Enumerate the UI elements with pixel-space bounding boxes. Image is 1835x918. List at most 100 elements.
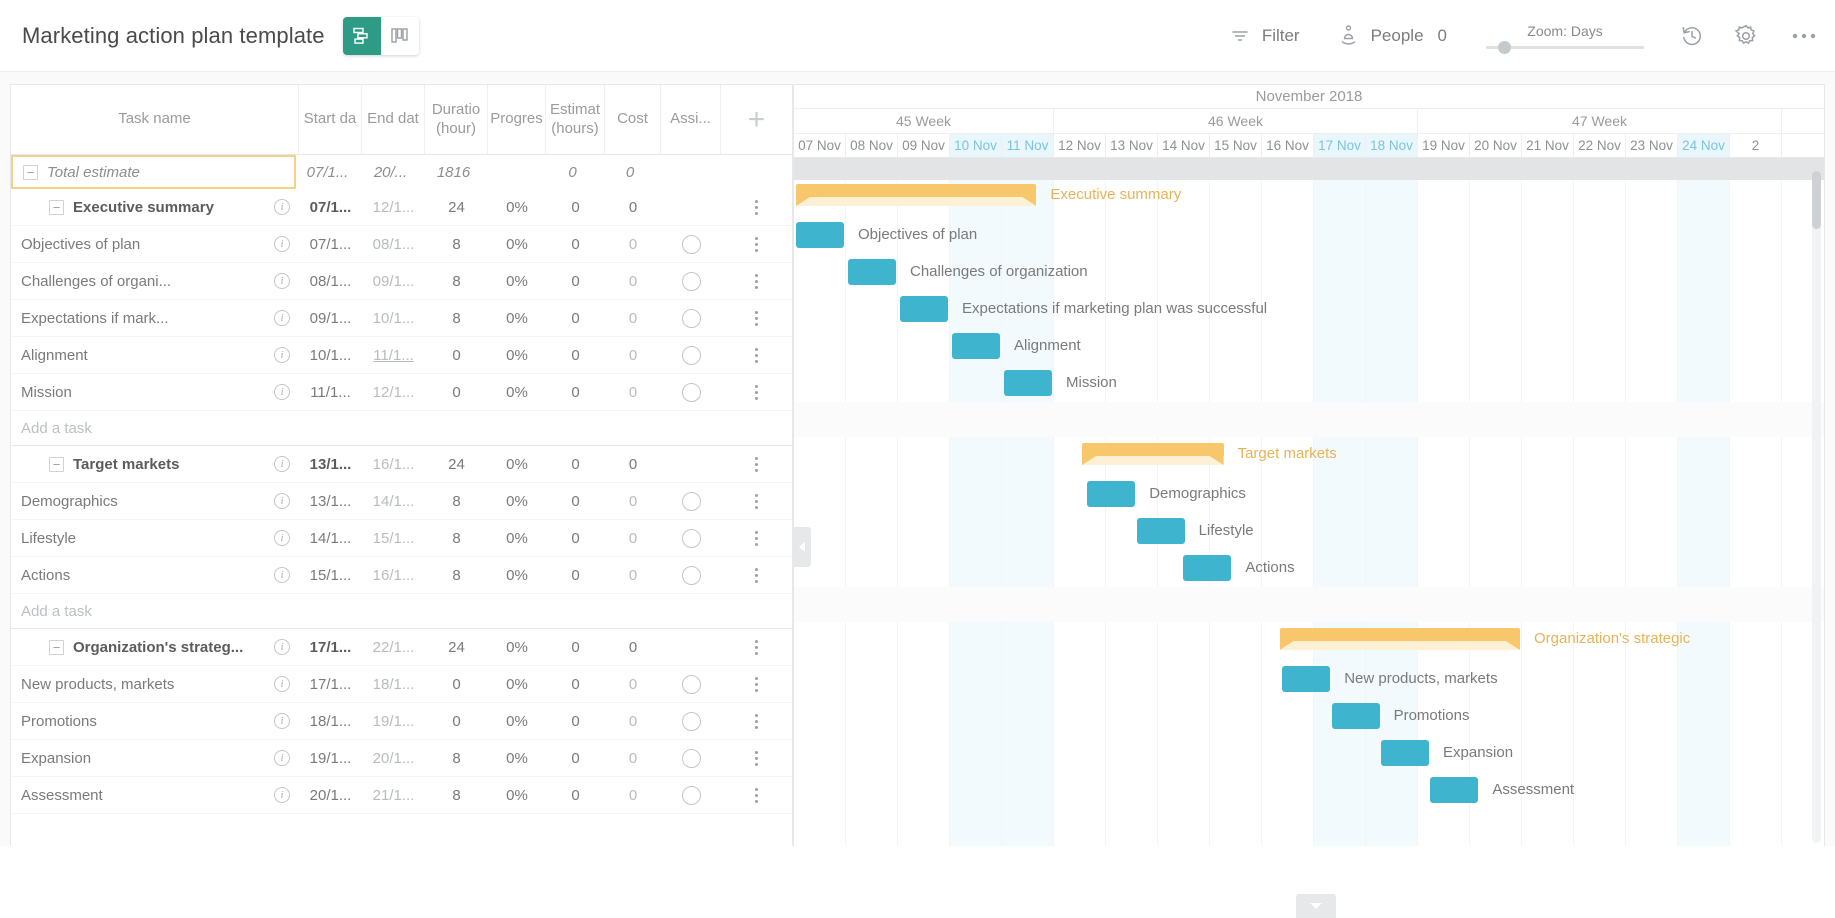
cost-cell[interactable]: 0 (605, 493, 661, 510)
gantt-summary-bar[interactable] (1279, 628, 1520, 650)
task-name-cell[interactable]: Actions i (11, 567, 299, 584)
row-menu-button[interactable] (721, 493, 792, 509)
info-icon[interactable]: i (274, 639, 290, 655)
more-vertical-icon[interactable] (755, 199, 758, 215)
task-group-row[interactable]: − Executive summary i 07/1... 12/1... 24 0% 0 0 (11, 189, 792, 226)
estimate-cell[interactable]: 0 (546, 639, 605, 656)
gantt-view-button[interactable] (342, 16, 381, 55)
progress-cell[interactable]: 0% (488, 493, 546, 510)
task-name-cell[interactable]: Expectations if mark... i (11, 310, 299, 327)
start-date-cell[interactable]: 17/1... (299, 639, 362, 656)
end-date-cell[interactable]: 19/1... (362, 713, 425, 730)
row-menu-button[interactable] (721, 456, 792, 472)
estimate-cell[interactable]: 0 (546, 310, 605, 327)
gantt-summary-bar[interactable] (796, 184, 1037, 206)
task-name-cell[interactable]: Mission i (11, 384, 299, 401)
duration-cell[interactable]: 8 (425, 493, 488, 510)
row-menu-button[interactable] (721, 530, 792, 546)
scrollbar-thumb[interactable] (1812, 171, 1821, 229)
avatar[interactable] (681, 271, 701, 291)
info-icon[interactable]: i (274, 567, 290, 583)
table-row[interactable]: Challenges of organi... i 08/1... 09/1... 8 0… (11, 263, 792, 300)
end-date-cell[interactable]: 08/1... (362, 236, 425, 253)
gantt-vertical-scrollbar[interactable] (1812, 171, 1821, 843)
task-group-row[interactable]: − Organization's strateg... i 17/1... 22/1..… (11, 629, 792, 666)
end-date-cell[interactable]: 16/1... (362, 567, 425, 584)
assignee-cell[interactable] (661, 491, 721, 511)
view-toggle-group[interactable] (342, 16, 419, 55)
duration-cell[interactable]: 0 (425, 347, 488, 364)
progress-cell[interactable]: 0% (488, 236, 546, 253)
table-row[interactable]: Demographics i 13/1... 14/1... 8 0% 0 0 (11, 483, 792, 520)
add-task-row[interactable]: Add a task (11, 594, 792, 629)
estimate-cell[interactable]: 0 (546, 750, 605, 767)
end-date-cell[interactable]: 22/1... (362, 639, 425, 656)
estimate-cell[interactable]: 0 (546, 347, 605, 364)
start-date-cell[interactable]: 15/1... (299, 567, 362, 584)
progress-cell[interactable]: 0% (488, 384, 546, 401)
duration-cell[interactable]: 8 (425, 567, 488, 584)
column-header-task-name[interactable]: Task name (11, 85, 299, 154)
more-vertical-icon[interactable] (755, 236, 758, 252)
row-menu-button[interactable] (721, 273, 792, 289)
start-date-cell[interactable]: 07/1... (299, 236, 362, 253)
avatar[interactable] (681, 565, 701, 585)
row-menu-button[interactable] (721, 567, 792, 583)
gantt-task-bar[interactable] (848, 259, 896, 285)
column-header-progress[interactable]: Progres (488, 85, 546, 154)
duration-cell[interactable]: 24 (425, 456, 488, 473)
start-date-cell[interactable]: 07/1... (299, 199, 362, 216)
task-name-cell[interactable]: Lifestyle i (11, 530, 299, 547)
info-icon[interactable]: i (274, 456, 290, 472)
avatar[interactable] (681, 785, 701, 805)
collapse-panel-handle[interactable] (793, 527, 811, 567)
total-estimate-row[interactable]: − Total estimate 07/1... 20/... 1816 0 0 (11, 155, 634, 189)
gantt-task-bar[interactable] (1381, 740, 1429, 766)
table-row[interactable]: Expansion i 19/1... 20/1... 8 0% 0 0 (11, 740, 792, 777)
task-name-cell[interactable]: Expansion i (11, 750, 299, 767)
cost-cell[interactable]: 0 (602, 164, 658, 181)
start-date-cell[interactable]: 07/1... (296, 164, 359, 181)
more-options-button[interactable] (1773, 0, 1835, 71)
estimate-cell[interactable]: 0 (546, 384, 605, 401)
duration-cell[interactable]: 0 (425, 713, 488, 730)
start-date-cell[interactable]: 13/1... (299, 493, 362, 510)
duration-cell[interactable]: 8 (425, 310, 488, 327)
table-row[interactable]: Lifestyle i 14/1... 15/1... 8 0% 0 0 (11, 520, 792, 557)
row-menu-button[interactable] (721, 750, 792, 766)
avatar[interactable] (681, 711, 701, 731)
progress-cell[interactable]: 0% (488, 713, 546, 730)
row-menu-button[interactable] (721, 310, 792, 326)
avatar[interactable] (681, 674, 701, 694)
assignee-cell[interactable] (661, 748, 721, 768)
zoom-slider-track[interactable] (1486, 40, 1644, 54)
end-date-cell[interactable]: 10/1... (362, 310, 425, 327)
settings-button[interactable] (1719, 0, 1773, 71)
cost-cell[interactable]: 0 (605, 199, 661, 216)
table-row[interactable]: Mission i 11/1... 12/1... 0 0% 0 0 (11, 374, 792, 411)
more-vertical-icon[interactable] (755, 567, 758, 583)
start-date-cell[interactable]: 13/1... (299, 456, 362, 473)
cost-cell[interactable]: 0 (605, 713, 661, 730)
row-menu-button[interactable] (721, 199, 792, 215)
task-name-cell[interactable]: − Executive summary i (11, 199, 299, 216)
row-menu-button[interactable] (721, 236, 792, 252)
start-date-cell[interactable]: 19/1... (299, 750, 362, 767)
estimate-cell[interactable]: 0 (546, 236, 605, 253)
add-task-row[interactable]: Add a task (11, 411, 792, 446)
avatar[interactable] (681, 491, 701, 511)
duration-cell[interactable]: 8 (425, 530, 488, 547)
estimate-cell[interactable]: 0 (546, 713, 605, 730)
duration-cell[interactable]: 8 (425, 750, 488, 767)
table-row[interactable]: Objectives of plan i 07/1... 08/1... 8 0% 0 0 (11, 226, 792, 263)
cost-cell[interactable]: 0 (605, 567, 661, 584)
zoom-slider-thumb[interactable] (1498, 40, 1511, 54)
more-vertical-icon[interactable] (755, 787, 758, 803)
board-view-button[interactable] (380, 16, 419, 55)
gantt-task-bar[interactable] (1004, 370, 1052, 396)
row-menu-button[interactable] (721, 347, 792, 363)
more-vertical-icon[interactable] (755, 750, 758, 766)
start-date-cell[interactable]: 20/1... (299, 787, 362, 804)
avatar[interactable] (681, 382, 701, 402)
estimate-cell[interactable]: 0 (546, 456, 605, 473)
